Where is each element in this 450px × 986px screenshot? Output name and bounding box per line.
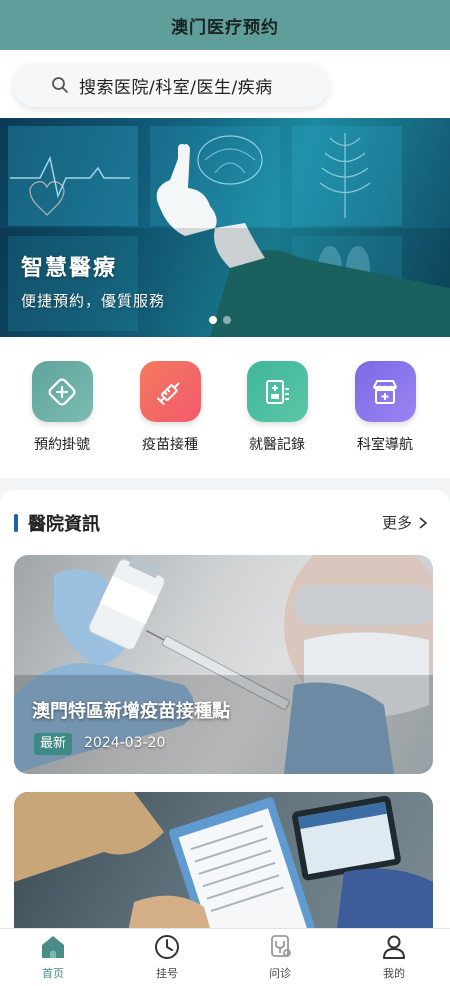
- tab-label: 我的: [383, 967, 405, 980]
- tab-profile[interactable]: 我的: [354, 933, 434, 985]
- app-header: 澳门医疗预约: [0, 0, 450, 50]
- search-area: 搜索医院/科室/医生/疾病: [0, 50, 450, 118]
- search-placeholder: 搜索医院/科室/医生/疾病: [79, 77, 273, 98]
- tab-consultation[interactable]: 问诊: [240, 933, 320, 985]
- quick-action-records[interactable]: 就醫記錄: [232, 361, 322, 461]
- section-header: 醫院資訊 更多: [0, 508, 450, 538]
- plus-diamond-icon: [31, 361, 93, 422]
- quick-action-label: 科室導航: [357, 437, 413, 453]
- news-card-image: [14, 792, 433, 930]
- news-card[interactable]: [14, 792, 433, 930]
- banner-title: 智慧醫療: [21, 256, 118, 281]
- syringe-icon: [139, 361, 201, 422]
- stethoscope-icon: [271, 935, 291, 957]
- news-card-image: [14, 555, 433, 774]
- more-label: 更多: [382, 514, 413, 532]
- search-icon: [52, 77, 68, 93]
- search-bar[interactable]: 搜索医院/科室/医生/疾病: [13, 63, 329, 107]
- medical-record-icon: [246, 361, 308, 422]
- tab-registration[interactable]: 挂号: [127, 933, 207, 985]
- quick-action-label: 預約掛號: [34, 437, 90, 453]
- quick-action-label: 就醫記錄: [249, 437, 305, 453]
- page-title: 澳门医疗预约: [171, 17, 279, 38]
- news-card-title: 澳門特區新增疫苗接種點: [32, 701, 230, 722]
- quick-action-vaccination[interactable]: 疫苗接種: [125, 361, 215, 461]
- tab-label: 问诊: [269, 967, 291, 980]
- quick-action-appointment[interactable]: 預約掛號: [17, 361, 107, 461]
- news-section: 醫院資訊 更多 澳門特區新增疫苗接種點 最新 2024-03-20: [0, 490, 450, 930]
- banner-subtitle: 便捷預約，優質服務: [21, 292, 166, 310]
- carousel-dot[interactable]: [223, 316, 231, 324]
- clock-icon: [155, 935, 179, 959]
- carousel-dot-active[interactable]: [209, 316, 217, 324]
- news-card-date: 2024-03-20: [84, 735, 166, 751]
- tab-home[interactable]: 首页: [13, 933, 93, 985]
- section-accent-bar: [14, 514, 18, 532]
- more-link[interactable]: 更多: [382, 512, 428, 533]
- news-card-tag: 最新: [34, 733, 73, 755]
- bottom-tab-bar: 首页 挂号 问诊 我的: [0, 928, 450, 986]
- quick-action-label: 疫苗接種: [142, 437, 198, 453]
- news-card[interactable]: 澳門特區新增疫苗接種點 最新 2024-03-20: [14, 555, 433, 774]
- section-title: 醫院資訊: [28, 514, 100, 535]
- tab-label: 挂号: [156, 967, 178, 980]
- chevron-right-icon: [419, 516, 428, 529]
- tab-label: 首页: [42, 967, 64, 980]
- quick-action-department-nav[interactable]: 科室導航: [340, 361, 430, 461]
- home-icon: [42, 936, 64, 958]
- banner-carousel[interactable]: 智慧醫療 便捷預約，優質服務: [0, 118, 450, 337]
- user-icon: [383, 935, 405, 959]
- carousel-indicator: [209, 316, 231, 324]
- clinic-store-icon: [354, 361, 416, 422]
- quick-actions: 預約掛號 疫苗接種 就醫記錄 科室導航: [0, 337, 450, 478]
